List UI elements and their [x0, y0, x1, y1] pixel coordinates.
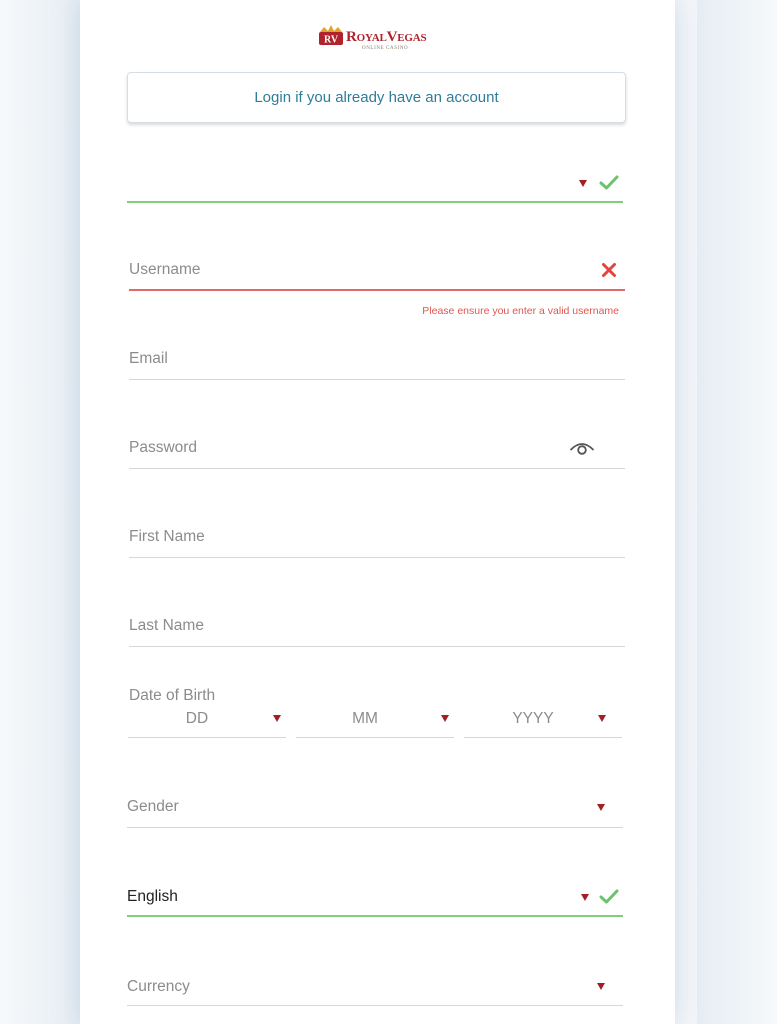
error-x-icon: [602, 263, 616, 277]
dob-day-select[interactable]: DD: [128, 700, 286, 738]
currency-placeholder: Currency: [127, 978, 190, 995]
field-underline: [296, 737, 454, 738]
field-underline: [129, 557, 625, 558]
brand-name: RoyalVegas: [346, 29, 427, 45]
background-left: [0, 0, 80, 1024]
dob-day-placeholder: DD: [185, 710, 209, 727]
eye-icon[interactable]: [569, 440, 595, 456]
background-right: [697, 0, 777, 1024]
language-value: English: [127, 888, 178, 905]
brand-tagline: ONLINE CASINO: [362, 46, 409, 51]
email-placeholder: Email: [129, 350, 168, 367]
field-underline: [129, 289, 625, 291]
currency-select[interactable]: Currency: [127, 966, 623, 1006]
chevron-down-icon: [597, 804, 605, 811]
password-input[interactable]: Password: [129, 429, 625, 469]
check-icon: [599, 175, 619, 190]
first-name-placeholder: First Name: [129, 528, 205, 545]
dob-year-select[interactable]: YYYY: [464, 700, 622, 738]
last-name-placeholder: Last Name: [129, 617, 204, 634]
chevron-down-icon: [581, 894, 589, 901]
field-underline: [129, 379, 625, 380]
field-underline: [128, 737, 286, 738]
field-underline: [129, 468, 625, 469]
crown-logo-icon: RV: [319, 25, 343, 46]
field-underline: [127, 1005, 623, 1006]
registration-panel: RV RoyalVegas ONLINE CASINO Login if you…: [80, 0, 675, 1024]
field-underline: [127, 915, 623, 917]
first-name-input[interactable]: First Name: [129, 518, 625, 558]
gender-placeholder: Gender: [127, 798, 179, 815]
chevron-down-icon: [579, 180, 587, 187]
login-existing-account-button[interactable]: Login if you already have an account: [127, 72, 626, 123]
language-select[interactable]: English: [127, 876, 623, 917]
username-placeholder: Username: [129, 261, 201, 278]
username-error-message: Please ensure you enter a valid username: [422, 305, 619, 317]
check-icon: [599, 889, 619, 904]
chevron-down-icon: [441, 715, 449, 722]
field-underline: [129, 646, 625, 647]
country-select[interactable]: [127, 160, 623, 203]
dob-month-placeholder: MM: [352, 710, 378, 727]
logo-mark-text: RV: [324, 35, 339, 46]
dob-year-placeholder: YYYY: [512, 710, 554, 727]
chevron-down-icon: [597, 983, 605, 990]
chevron-down-icon: [598, 715, 606, 722]
username-input[interactable]: Username: [129, 248, 625, 291]
email-input[interactable]: Email: [129, 340, 625, 380]
field-underline: [127, 827, 623, 828]
field-underline: [127, 201, 623, 203]
gender-select[interactable]: Gender: [127, 788, 623, 828]
royal-vegas-logo: RV RoyalVegas ONLINE CASINO: [318, 20, 442, 54]
chevron-down-icon: [273, 715, 281, 722]
field-underline: [464, 737, 622, 738]
dob-month-select[interactable]: MM: [296, 700, 454, 738]
password-placeholder: Password: [129, 439, 198, 456]
last-name-input[interactable]: Last Name: [129, 607, 625, 647]
